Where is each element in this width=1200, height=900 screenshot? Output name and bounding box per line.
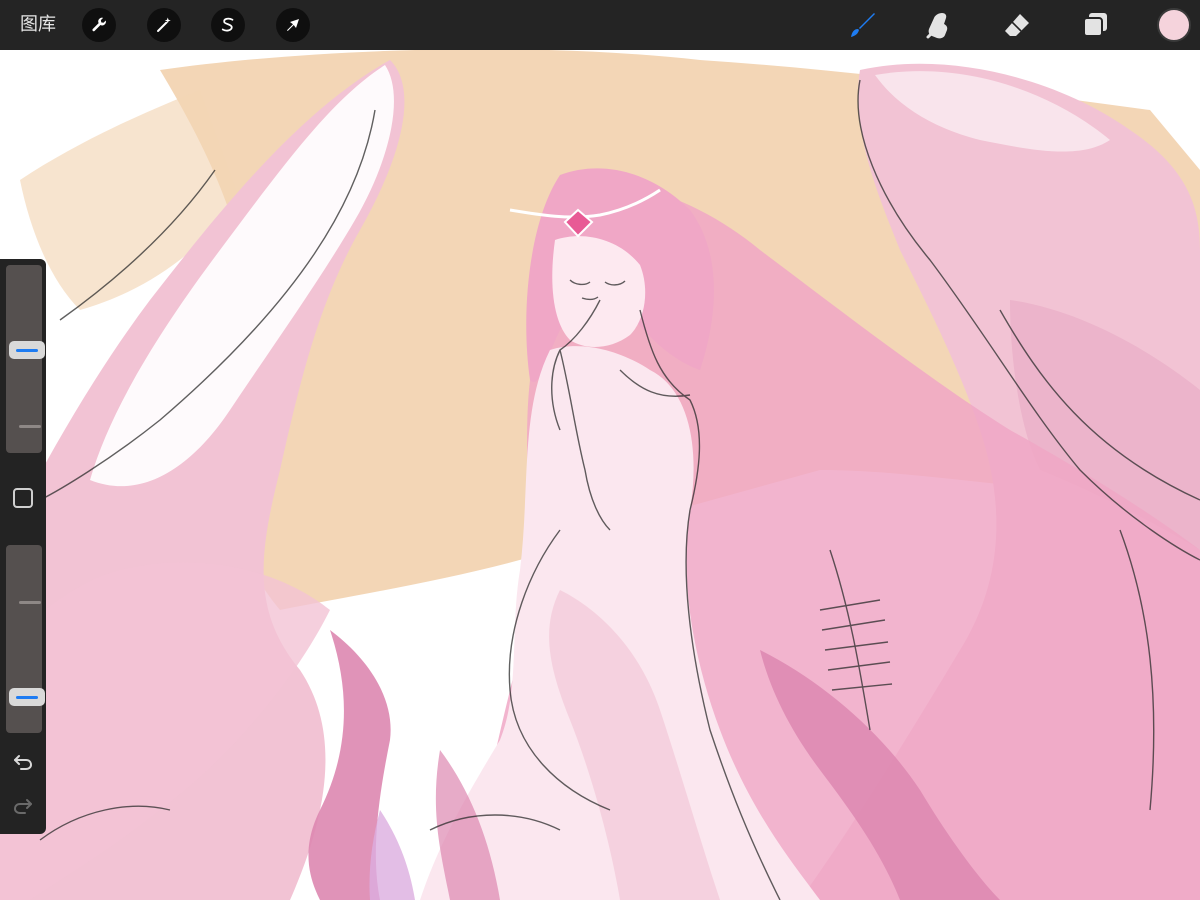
slider-tick — [19, 601, 41, 604]
gallery-button[interactable]: 图库 — [20, 12, 56, 38]
smudge-finger-icon — [926, 13, 948, 39]
redo-button[interactable] — [10, 795, 36, 817]
arrow-cursor-icon — [287, 19, 299, 31]
handle-indicator — [16, 348, 38, 352]
opacity-slider[interactable] — [6, 545, 45, 733]
brush-size-handle[interactable] — [9, 341, 45, 359]
selection-button[interactable] — [211, 8, 245, 42]
drawing-canvas[interactable] — [0, 50, 1200, 900]
modify-button[interactable] — [13, 488, 33, 508]
undo-button[interactable] — [10, 751, 36, 773]
layers-icon — [1083, 13, 1107, 37]
color-picker-button[interactable] — [1157, 8, 1191, 42]
layers-button[interactable] — [1078, 8, 1112, 42]
eraser-tool-button[interactable] — [1000, 8, 1034, 42]
brush-tool-button[interactable] — [845, 8, 879, 42]
actions-button[interactable] — [82, 8, 116, 42]
magic-wand-icon — [157, 17, 171, 32]
adjustments-button[interactable] — [147, 8, 181, 42]
procreate-app: 图库 — [0, 0, 1200, 900]
wrench-icon — [92, 17, 106, 32]
left-sidebar — [0, 259, 46, 834]
redo-arrow-icon — [13, 799, 32, 814]
smudge-tool-button[interactable] — [922, 8, 956, 42]
opacity-handle[interactable] — [9, 688, 45, 706]
slider-tick — [19, 425, 41, 428]
undo-arrow-icon — [14, 755, 33, 770]
top-toolbar: 图库 — [0, 0, 1200, 50]
brush-size-slider[interactable] — [6, 265, 45, 453]
handle-indicator — [16, 695, 38, 699]
transform-button[interactable] — [276, 8, 310, 42]
brush-icon — [851, 13, 875, 37]
eraser-icon — [1005, 14, 1029, 36]
selection-s-icon — [221, 17, 234, 32]
